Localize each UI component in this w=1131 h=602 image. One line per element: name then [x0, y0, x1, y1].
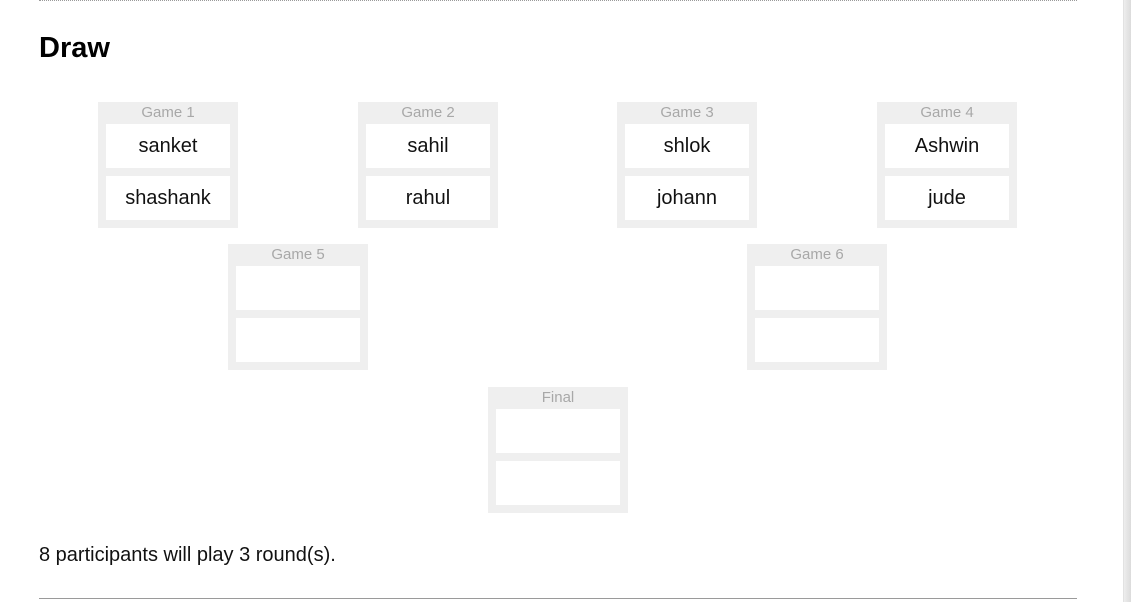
- player-slot[interactable]: rahul: [366, 176, 490, 220]
- player-slot[interactable]: sanket: [106, 124, 230, 168]
- player-slot[interactable]: [496, 409, 620, 453]
- game-label: Game 4: [920, 104, 974, 121]
- game-label: Game 5: [271, 246, 325, 263]
- player-slot[interactable]: shlok: [625, 124, 749, 168]
- game-card-3: Game 3 shlok johann: [617, 102, 757, 228]
- top-divider: [39, 0, 1077, 1]
- player-slot[interactable]: sahil: [366, 124, 490, 168]
- game-card-1: Game 1 sanket shashank: [98, 102, 238, 228]
- game-card-2: Game 2 sahil rahul: [358, 102, 498, 228]
- game-label: Final: [541, 389, 575, 406]
- player-slot[interactable]: jude: [885, 176, 1009, 220]
- game-label: Game 6: [790, 246, 844, 263]
- player-slot[interactable]: [236, 266, 360, 310]
- scrollbar-track[interactable]: [1123, 0, 1131, 602]
- player-slot[interactable]: [755, 266, 879, 310]
- player-slot[interactable]: [236, 318, 360, 362]
- rounds-summary: 8 participants will play 3 round(s).: [39, 544, 336, 566]
- game-card-4: Game 4 Ashwin jude: [877, 102, 1017, 228]
- game-card-final: Final: [488, 387, 628, 513]
- game-label: Game 2: [401, 104, 455, 121]
- player-slot[interactable]: [496, 461, 620, 505]
- game-label: Game 3: [660, 104, 714, 121]
- draw-heading: Draw: [39, 32, 110, 64]
- game-label: Game 1: [141, 104, 195, 121]
- game-card-6: Game 6: [747, 244, 887, 370]
- player-slot[interactable]: johann: [625, 176, 749, 220]
- game-card-5: Game 5: [228, 244, 368, 370]
- player-slot[interactable]: Ashwin: [885, 124, 1009, 168]
- player-slot[interactable]: [755, 318, 879, 362]
- player-slot[interactable]: shashank: [106, 176, 230, 220]
- bottom-divider: [39, 598, 1077, 599]
